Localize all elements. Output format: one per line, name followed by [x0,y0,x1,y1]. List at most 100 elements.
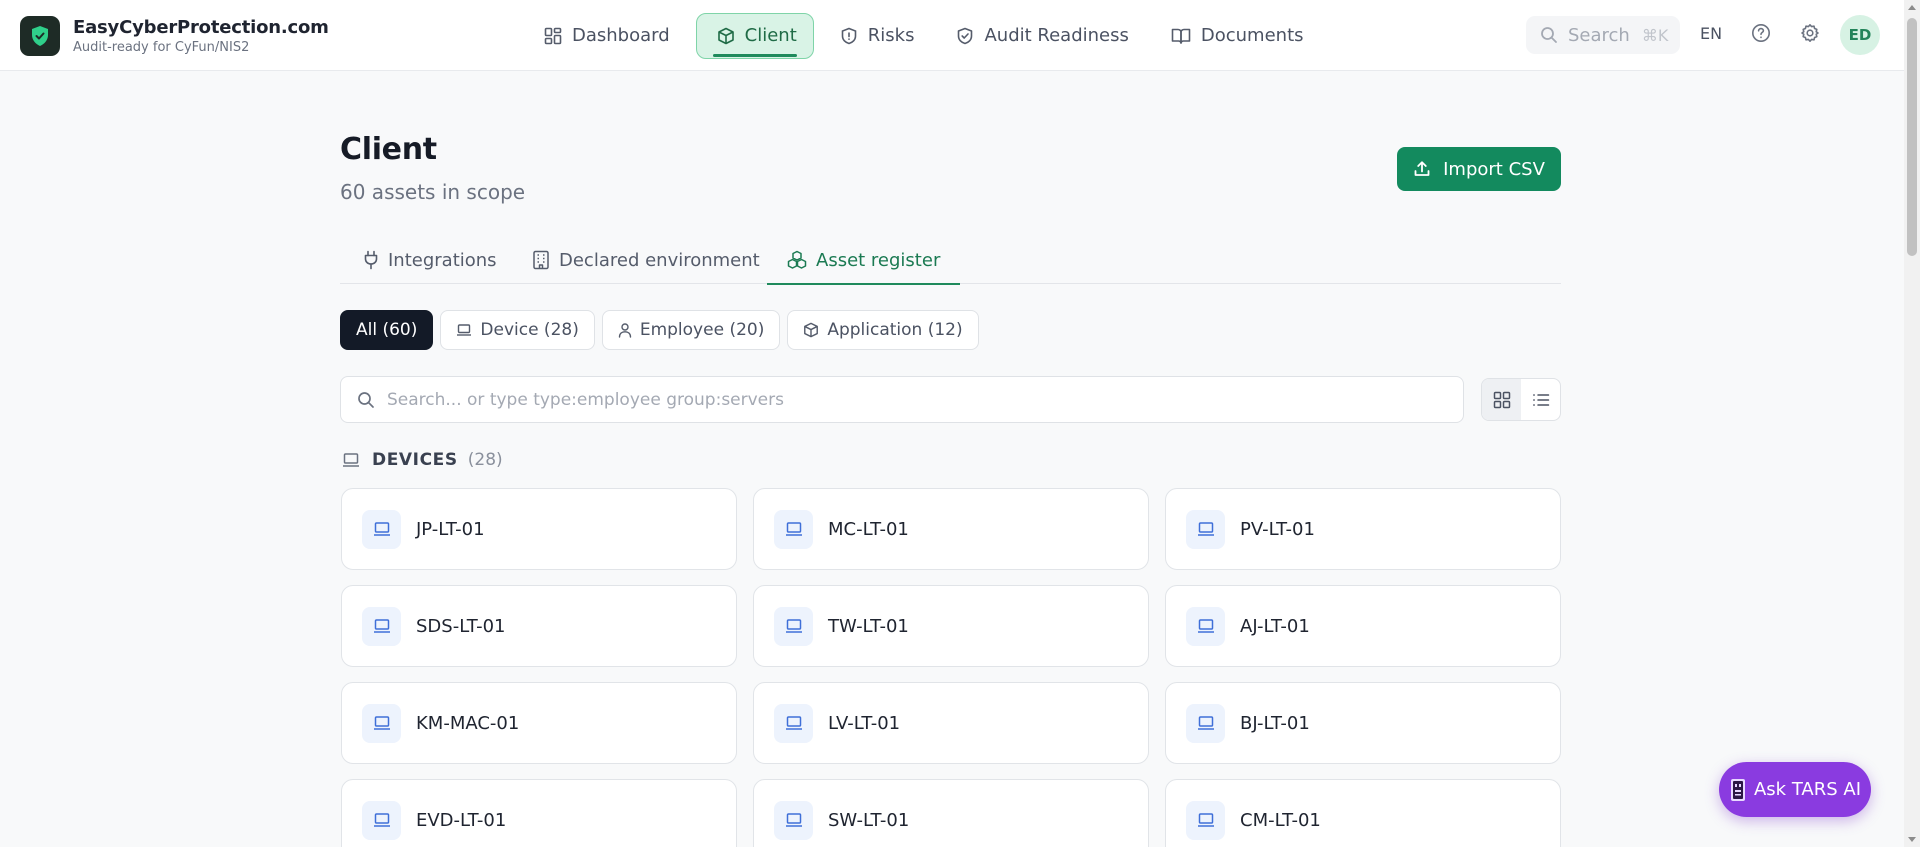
filter-all[interactable]: All (60) [340,310,434,350]
device-card[interactable]: PV-LT-01 [1165,488,1561,570]
scroll-down-arrow[interactable] [1908,837,1916,842]
list-icon [1532,393,1549,406]
laptop-icon [774,800,813,840]
grid-icon [1493,391,1510,408]
laptop-icon [1186,509,1225,549]
help-button[interactable] [1751,23,1771,47]
device-card[interactable]: KM-MAC-01 [341,682,737,764]
view-toggle [1481,378,1561,421]
ask-tars-ai-button[interactable]: Ask TARS AI [1719,762,1871,817]
brand-subtitle: Audit-ready for CyFun/NIS2 [73,39,250,55]
shield-alert-icon [841,27,857,44]
import-csv-label: Import CSV [1443,158,1545,180]
shield-check-icon [958,27,973,44]
main-nav: Dashboard Client Risks Audit Readiness D… [528,12,1330,59]
tab-asset-register[interactable]: Asset register [767,236,961,285]
box-icon [804,322,819,338]
brand[interactable]: EasyCyberProtection.com Audit-ready for … [20,16,329,56]
device-name: TW-LT-01 [828,615,909,637]
device-name: CM-LT-01 [1240,809,1321,831]
nav-documents[interactable]: Documents [1155,13,1320,59]
tab-declared-environment-label: Declared environment [559,249,760,271]
asset-type-filters: All (60) Device (28) Employee (20) Appli… [340,310,986,350]
nav-risks[interactable]: Risks [824,13,931,59]
laptop-icon [774,509,813,549]
page-scrollbar[interactable] [1904,0,1920,847]
settings-button[interactable] [1800,23,1820,47]
nav-dashboard[interactable]: Dashboard [528,13,686,59]
devices-section-title: DEVICES [372,450,458,470]
laptop-icon [1186,703,1225,743]
nav-client[interactable]: Client [695,12,814,59]
filter-device-label: Device (28) [480,320,579,340]
filter-device[interactable]: Device (28) [440,310,595,350]
laptop-icon [1186,606,1225,646]
filter-employee[interactable]: Employee (20) [601,310,781,350]
laptop-icon [362,606,401,646]
page-title: Client [340,132,437,167]
tab-declared-environment[interactable]: Declared environment [532,236,760,284]
box-icon [717,27,734,44]
grid-view-button[interactable] [1482,379,1521,420]
device-card[interactable]: SDS-LT-01 [341,585,737,667]
nav-client-label: Client [744,25,797,46]
asset-search-input[interactable] [387,389,1447,410]
device-card[interactable]: BJ-LT-01 [1165,682,1561,764]
laptop-icon [362,800,401,840]
device-card[interactable]: CM-LT-01 [1165,779,1561,847]
language-switcher[interactable]: EN [1700,24,1722,43]
client-tabs: Integrations Declared environment Asset … [340,236,1561,285]
user-avatar[interactable]: ED [1840,15,1880,55]
device-card[interactable]: MC-LT-01 [753,488,1149,570]
device-name: JP-LT-01 [416,518,485,540]
device-name: BJ-LT-01 [1240,712,1310,734]
brand-logo [20,16,60,56]
nav-dashboard-label: Dashboard [572,25,670,46]
laptop-icon [774,703,813,743]
device-card[interactable]: JP-LT-01 [341,488,737,570]
shield-check-icon [32,26,48,46]
device-name: EVD-LT-01 [416,809,507,831]
device-card[interactable]: SW-LT-01 [753,779,1149,847]
device-card[interactable]: LV-LT-01 [753,682,1149,764]
ask-tars-ai-label: Ask TARS AI [1753,779,1862,800]
filter-all-label: All (60) [356,320,418,340]
tab-integrations[interactable]: Integrations [363,236,497,284]
robot-icon [1730,778,1745,801]
upload-icon [1414,161,1430,176]
nav-documents-label: Documents [1200,25,1304,46]
search-icon [358,391,374,408]
tab-integrations-label: Integrations [388,249,497,271]
tab-asset-register-label: Asset register [816,249,941,271]
building-icon [533,250,549,270]
book-icon [1171,28,1191,44]
global-search-button[interactable]: Search ⌘K [1526,16,1680,54]
filter-employee-label: Employee (20) [639,320,765,340]
scroll-thumb[interactable] [1907,18,1917,256]
top-bar: EasyCyberProtection.com Audit-ready for … [0,0,1904,71]
brand-name: EasyCyberProtection.com [73,16,329,38]
user-icon [618,323,632,338]
scroll-up-arrow[interactable] [1908,5,1916,10]
device-name: AJ-LT-01 [1240,615,1310,637]
global-search-label: Search [1568,24,1630,46]
help-icon [1752,24,1770,42]
list-view-button[interactable] [1521,379,1560,420]
laptop-icon [774,606,813,646]
search-icon [1541,27,1557,43]
device-card[interactable]: AJ-LT-01 [1165,585,1561,667]
devices-section-count: (28) [467,450,503,470]
nav-audit-readiness-label: Audit Readiness [984,25,1129,46]
nav-risks-label: Risks [867,25,915,46]
search-shortcut: ⌘K [1641,25,1669,45]
laptop-icon [362,703,401,743]
device-card[interactable]: EVD-LT-01 [341,779,737,847]
device-name: MC-LT-01 [828,518,909,540]
device-name: LV-LT-01 [828,712,901,734]
device-name: PV-LT-01 [1240,518,1315,540]
filter-application[interactable]: Application (12) [787,310,979,350]
boxes-icon [787,250,807,269]
device-card[interactable]: TW-LT-01 [753,585,1149,667]
import-csv-button[interactable]: Import CSV [1397,147,1561,191]
nav-audit-readiness[interactable]: Audit Readiness [940,13,1144,59]
